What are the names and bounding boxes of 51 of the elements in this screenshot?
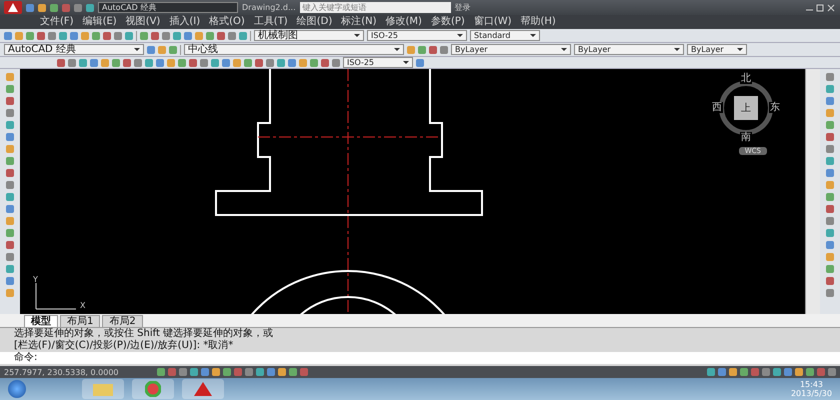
menu-item[interactable]: 工具(T) [254, 16, 288, 28]
command-history-line: [栏选(F)/窗交(C)/投影(P)/边(E)/放弃(U)]: *取消* [14, 340, 234, 352]
document-title: Drawing2.d... [242, 3, 296, 12]
menu-item[interactable]: 视图(V) [126, 16, 160, 28]
folder-icon [93, 382, 113, 396]
compass-label: 北 [740, 73, 752, 84]
compass-label: 南 [740, 132, 752, 143]
ucs-axes-icon [36, 282, 76, 310]
menu-item[interactable]: 标注(N) [341, 16, 377, 28]
command-input[interactable]: 命令: [0, 352, 840, 364]
color-wheel-icon [145, 381, 161, 397]
layout-tab[interactable]: 布局1 [60, 315, 100, 327]
layout-tab[interactable]: 模型 [24, 315, 58, 327]
text-style-dropdown[interactable]: 机械制图 [254, 30, 364, 41]
dim-style-dropdown[interactable]: ISO-25 [343, 57, 413, 68]
menu-item[interactable]: 参数(P) [430, 16, 465, 28]
clock-date: 2013/5/30 [790, 389, 832, 398]
dim-style-dropdown[interactable]: ISO-25 [367, 30, 467, 41]
menu-item[interactable]: 插入(I) [169, 16, 200, 28]
menu-item[interactable]: 编辑(E) [82, 16, 117, 28]
clock-time: 15:43 [800, 380, 824, 389]
taskbar-button[interactable] [182, 379, 224, 399]
menu-item[interactable]: 文件(F) [40, 16, 74, 28]
app-logo-icon [194, 382, 212, 396]
lineweight-dropdown[interactable]: ByLayer [687, 44, 747, 55]
compass-label: 西 [711, 102, 723, 113]
sign-in-link[interactable]: 登录 [454, 2, 471, 13]
viewcube-face[interactable]: 上 [734, 96, 758, 120]
linetype-dropdown[interactable]: ByLayer [574, 44, 684, 55]
taskbar-button[interactable] [132, 379, 174, 399]
menu-item[interactable]: 修改(M) [386, 16, 422, 28]
command-history-line: 选择要延伸的对象，或按住 Shift 键选择要延伸的对象，或 [14, 328, 274, 340]
vertical-scrollbar[interactable] [805, 69, 820, 314]
menu-item[interactable]: 绘图(D) [296, 16, 332, 28]
table-style-dropdown[interactable]: Standard [470, 30, 540, 41]
color-dropdown[interactable]: ByLayer [451, 44, 571, 55]
menu-item[interactable]: 帮助(H) [520, 16, 556, 28]
workspace-dropdown[interactable]: AutoCAD 经典 [98, 2, 238, 13]
search-field[interactable]: 键入关键字或短语 [300, 2, 451, 13]
coordinates-readout: 257.7977, 230.5338, 0.0000 [4, 368, 120, 376]
axis-label: X [80, 301, 86, 310]
window-controls-icon[interactable] [806, 4, 836, 12]
menu-item[interactable]: 窗口(W) [474, 16, 512, 28]
axis-label: Y [33, 275, 38, 284]
start-button[interactable] [8, 380, 26, 398]
menu-item[interactable]: 格式(O) [209, 16, 245, 28]
app-logo-icon[interactable] [4, 1, 22, 14]
layer-dropdown[interactable]: 中心线 [184, 44, 404, 55]
layout-tab[interactable]: 布局2 [102, 315, 143, 327]
workspace-dropdown[interactable]: AutoCAD 经典 [4, 44, 144, 55]
compass-label: 东 [769, 102, 781, 113]
